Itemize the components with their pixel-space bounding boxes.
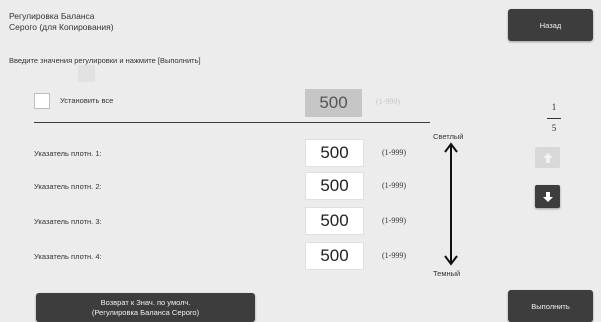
- density-label-3: Указатель плотн. 3:: [34, 217, 102, 226]
- density-label-2: Указатель плотн. 2:: [34, 182, 102, 191]
- density-input-4[interactable]: 500: [305, 242, 364, 270]
- page-total: 5: [551, 123, 557, 133]
- density-range-3: (1-999): [382, 216, 406, 225]
- page-title-line1: Регулировка Баланса: [9, 11, 95, 21]
- reset-default-line1: Возврат к Знач. по умолч.: [100, 297, 191, 307]
- set-all-value-field: 500: [305, 89, 362, 117]
- arrow-down-icon: [542, 191, 553, 202]
- set-all-label: Установить все: [60, 96, 114, 105]
- density-input-1[interactable]: 500: [305, 139, 364, 167]
- divider: [34, 122, 430, 123]
- page-current: 1: [551, 102, 557, 112]
- density-range-2: (1-999): [382, 181, 406, 190]
- density-input-3[interactable]: 500: [305, 207, 364, 235]
- instruction-text: Введите значения регулировки и нажмите […: [9, 56, 201, 65]
- scroll-down-button[interactable]: [535, 185, 560, 208]
- set-all-checkbox[interactable]: [34, 93, 50, 109]
- page-divider: [547, 118, 561, 119]
- density-label-4: Указатель плотн. 4:: [34, 252, 102, 261]
- arrow-up-icon: [542, 152, 553, 163]
- page-title: Регулировка Баланса Серого (для Копирова…: [9, 11, 114, 33]
- density-label-1: Указатель плотн. 1:: [34, 149, 102, 158]
- execute-button[interactable]: Выполнить: [508, 290, 593, 322]
- density-range-4: (1-999): [382, 251, 406, 260]
- density-input-2[interactable]: 500: [305, 172, 364, 200]
- set-all-range: (1-999): [376, 97, 400, 106]
- scroll-up-button[interactable]: [535, 147, 560, 168]
- reset-default-button[interactable]: Возврат к Знач. по умолч. (Регулировка Б…: [36, 293, 255, 322]
- light-label: Светлый: [433, 132, 464, 141]
- dark-label: Темный: [433, 269, 461, 278]
- page-title-line2: Серого (для Копирования): [9, 22, 114, 32]
- faint-placeholder-box: [78, 65, 95, 82]
- density-range-1: (1-999): [382, 148, 406, 157]
- double-arrow-icon: [444, 142, 458, 266]
- back-button[interactable]: Назад: [508, 9, 593, 41]
- reset-default-line2: (Регулировка Баланса Серого): [91, 307, 200, 317]
